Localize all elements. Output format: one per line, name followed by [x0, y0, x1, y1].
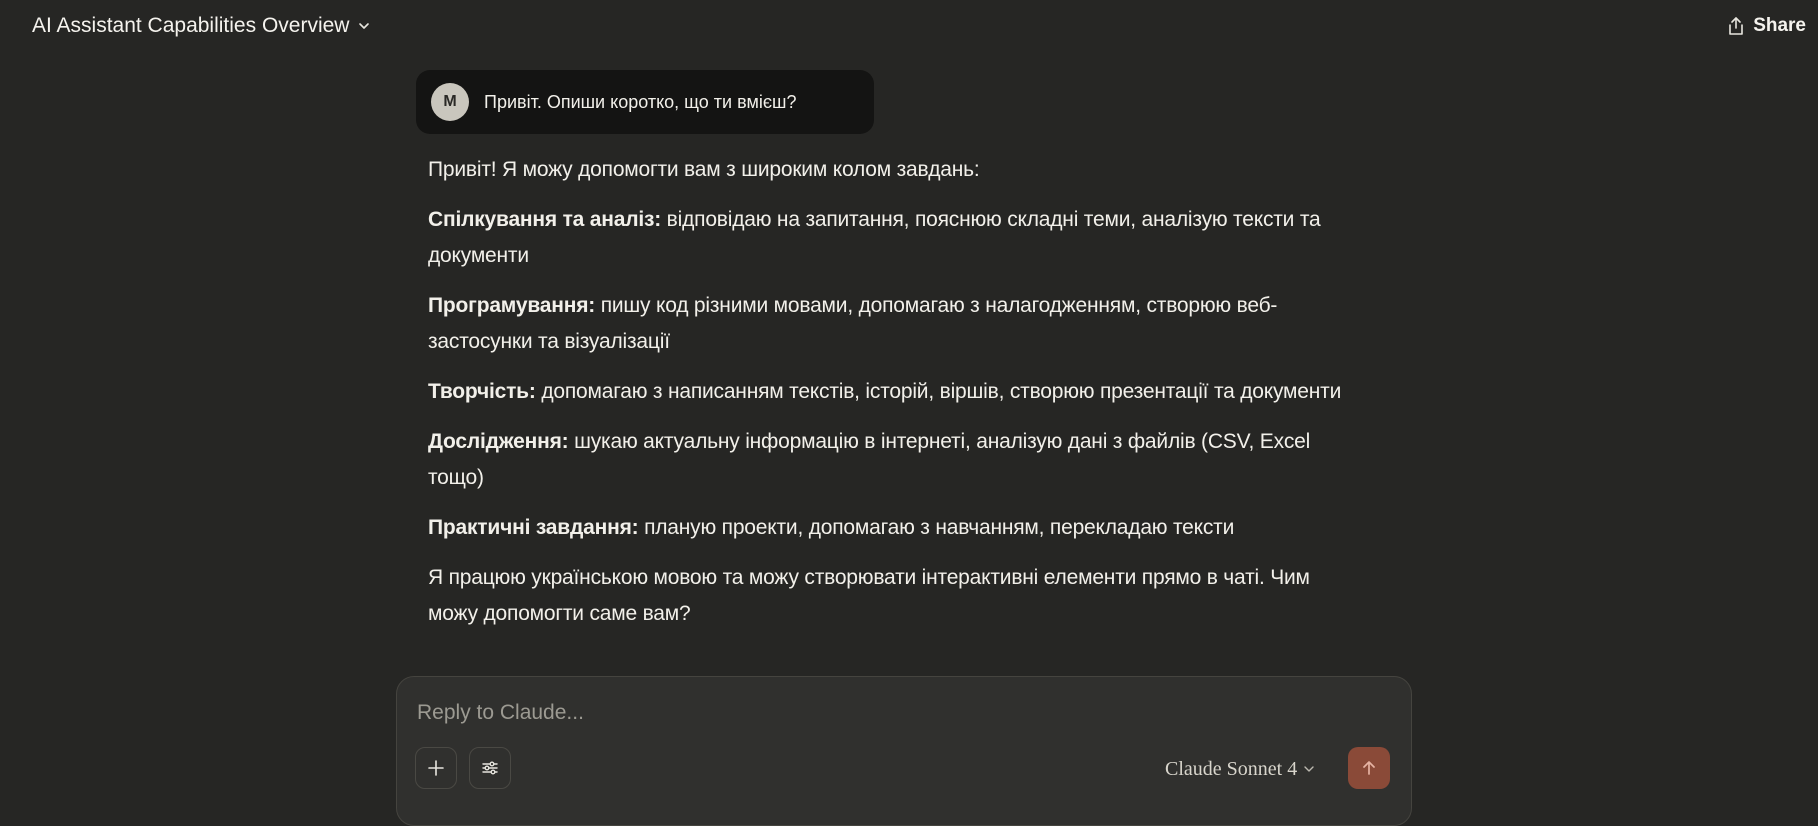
share-button[interactable]: Share: [1727, 12, 1806, 40]
share-label: Share: [1753, 15, 1806, 36]
capability-label: Дослідження:: [428, 430, 569, 453]
capability-label: Творчість:: [428, 380, 536, 403]
sliders-icon: [482, 761, 498, 775]
capability-item: Практичні завдання: планую проекти, допо…: [428, 510, 1348, 546]
assistant-intro: Привіт! Я можу допомогти вам з широким к…: [428, 158, 980, 181]
capability-label: Спілкування та аналіз:: [428, 208, 662, 231]
avatar: M: [431, 83, 469, 121]
capability-label: Програмування:: [428, 294, 596, 317]
model-selector[interactable]: Claude Sonnet 4: [1165, 757, 1315, 781]
arrow-up-icon: [1363, 761, 1375, 775]
composer: Claude Sonnet 4: [396, 676, 1412, 826]
reply-input[interactable]: [415, 695, 1119, 731]
user-message: M Привіт. Опиши коротко, що ти вмієш?: [416, 70, 874, 134]
add-attachment-button[interactable]: [415, 747, 457, 789]
assistant-message: Привіт! Я можу допомогти вам з широким к…: [428, 152, 1348, 646]
plus-icon: [428, 760, 444, 776]
user-message-text: Привіт. Опиши коротко, що ти вмієш?: [484, 91, 797, 112]
capability-label: Практичні завдання:: [428, 516, 639, 539]
share-icon: [1729, 17, 1743, 35]
capability-text: допомагаю з написанням текстів, історій,…: [535, 380, 1342, 403]
assistant-outro: Я працюю українською мовою та можу створ…: [428, 566, 1310, 625]
capability-item: Творчість: допомагаю з написанням тексті…: [428, 374, 1348, 410]
top-bar: AI Assistant Capabilities Overview Share: [0, 0, 1818, 52]
capability-item: Спілкування та аналіз: відповідаю на зап…: [428, 202, 1348, 274]
send-button[interactable]: [1348, 747, 1390, 789]
conversation-title: AI Assistant Capabilities Overview: [32, 14, 350, 37]
conversation-title-button[interactable]: AI Assistant Capabilities Overview: [32, 12, 371, 40]
capability-item: Програмування: пишу код різними мовами, …: [428, 288, 1348, 360]
model-name: Claude Sonnet 4: [1165, 757, 1298, 780]
chevron-down-icon: [1304, 766, 1314, 772]
capability-text: планую проекти, допомагаю з навчанням, п…: [638, 516, 1235, 539]
chevron-down-icon: [359, 23, 370, 29]
capability-item: Дослідження: шукаю актуальну інформацію …: [428, 424, 1348, 496]
tools-button[interactable]: [469, 747, 511, 789]
